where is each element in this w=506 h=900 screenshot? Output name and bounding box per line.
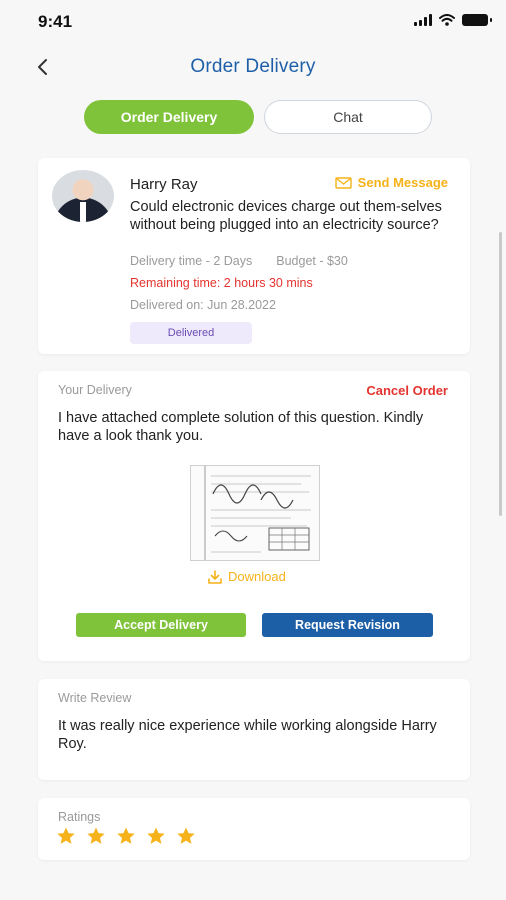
avatar (52, 170, 114, 222)
star-icon[interactable] (86, 826, 106, 846)
wifi-icon (439, 14, 455, 26)
delivery-card: Your Delivery Cancel Order I have attach… (38, 371, 470, 661)
remaining-time: Remaining time: 2 hours 30 mins (130, 276, 313, 290)
delivery-message: I have attached complete solution of thi… (58, 410, 424, 444)
segmented-tabs: Order Delivery Chat (84, 100, 434, 134)
review-text[interactable]: It was really nice experience while work… (58, 717, 458, 753)
status-icons (414, 14, 492, 26)
star-icon[interactable] (116, 826, 136, 846)
review-card[interactable]: Write Review It was really nice experien… (38, 679, 470, 780)
order-card: Harry Ray Send Message Could electronic … (38, 158, 470, 354)
battery-icon (462, 14, 492, 26)
ratings-card: Ratings (38, 798, 470, 860)
download-label: Download (228, 569, 286, 584)
tab-chat[interactable]: Chat (264, 100, 432, 134)
screen: 9:41 Order Delivery Order Delivery Chat (0, 0, 506, 900)
write-review-label: Write Review (58, 691, 132, 705)
status-bar: 9:41 (0, 0, 506, 44)
download-icon (208, 569, 222, 584)
your-delivery-label: Your Delivery (58, 383, 132, 397)
budget: Budget - $30 (276, 254, 348, 268)
star-icon[interactable] (146, 826, 166, 846)
send-message-button[interactable]: Send Message (334, 175, 448, 190)
page-title: Order Delivery (190, 56, 316, 77)
question-text: Could electronic devices charge out them… (130, 199, 442, 233)
status-badge: Delivered (130, 322, 252, 344)
order-meta: Delivery time - 2 Days Budget - $30 (130, 254, 348, 268)
person-name: Harry Ray (130, 176, 198, 193)
star-icon[interactable] (56, 826, 76, 846)
header: Order Delivery (0, 44, 506, 90)
accept-delivery-button[interactable]: Accept Delivery (76, 613, 246, 637)
status-time: 9:41 (38, 12, 73, 31)
envelope-icon (334, 176, 352, 189)
rating-stars[interactable] (56, 826, 196, 846)
send-message-label: Send Message (357, 175, 448, 190)
delivered-on: Delivered on: Jun 28.2022 (130, 298, 276, 312)
tab-order-delivery[interactable]: Order Delivery (84, 100, 254, 134)
star-icon[interactable] (176, 826, 196, 846)
scrollbar[interactable] (499, 232, 502, 516)
delivery-time: Delivery time - 2 Days (130, 254, 253, 268)
request-revision-button[interactable]: Request Revision (262, 613, 433, 637)
attachment-thumbnail[interactable] (190, 465, 320, 561)
ratings-label: Ratings (58, 810, 101, 824)
signal-icon (414, 14, 432, 26)
cancel-order-button[interactable]: Cancel Order (366, 383, 448, 398)
download-button[interactable]: Download (208, 569, 286, 584)
document-sketch (191, 466, 319, 560)
